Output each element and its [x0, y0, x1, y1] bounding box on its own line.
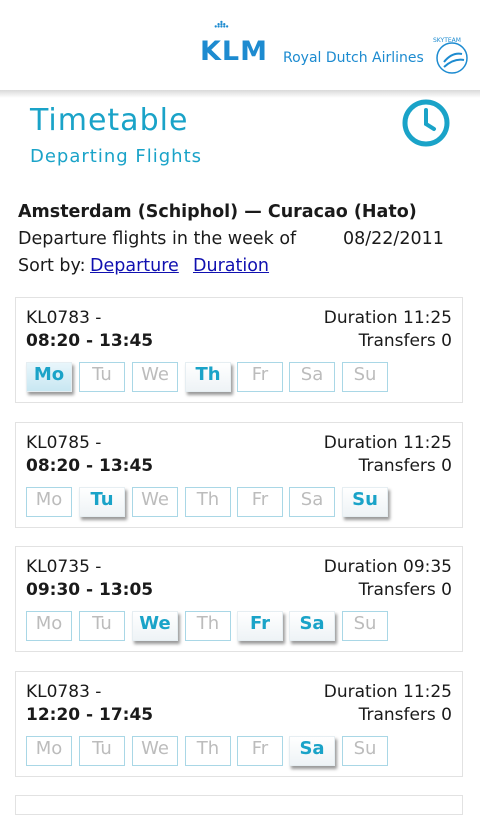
week-label: Departure flights in the week of	[18, 229, 297, 249]
flight-transfers: Transfers 0	[358, 331, 452, 351]
day-button-tu[interactable]: Tu	[79, 611, 125, 641]
day-button-we[interactable]: We	[132, 736, 178, 766]
day-button-mo[interactable]: Mo	[26, 611, 72, 641]
day-button-su[interactable]: Su	[342, 362, 388, 392]
day-button-th[interactable]: Th	[185, 362, 231, 392]
day-button-th[interactable]: Th	[185, 611, 231, 641]
day-button-we[interactable]: We	[132, 487, 178, 517]
flight-time: 09:30 - 13:05	[26, 580, 154, 600]
header-divider	[0, 90, 480, 98]
flight-card[interactable]: KL0783 - 12:20 - 17:45 Duration 11:25 Trans…	[15, 671, 463, 777]
flight-time: 08:20 - 13:45	[26, 331, 154, 351]
flight-duration: Duration 11:25	[323, 682, 452, 702]
day-button-tu[interactable]: Tu	[79, 487, 125, 517]
day-button-sa[interactable]: Sa	[289, 362, 335, 392]
day-button-we[interactable]: We	[132, 362, 178, 392]
day-button-mo[interactable]: Mo	[26, 362, 72, 392]
day-button-fr[interactable]: Fr	[237, 487, 283, 517]
flight-card[interactable]	[15, 795, 463, 815]
flight-time: 12:20 - 17:45	[26, 705, 154, 725]
day-button-su[interactable]: Su	[342, 736, 388, 766]
day-button-sa[interactable]: Sa	[289, 611, 335, 641]
page-title: Timetable	[30, 103, 189, 138]
flight-number: KL0783 -	[26, 682, 102, 702]
day-button-fr[interactable]: Fr	[237, 362, 283, 392]
day-button-mo[interactable]: Mo	[26, 487, 72, 517]
route-title: Amsterdam (Schiphol) — Curacao (Hato)	[18, 202, 417, 222]
app-header: KLM Royal Dutch Airlines SKYTEAM	[0, 0, 480, 90]
day-button-su[interactable]: Su	[342, 611, 388, 641]
day-button-sa[interactable]: Sa	[289, 487, 335, 517]
week-date[interactable]: 08/22/2011	[343, 229, 444, 249]
day-button-tu[interactable]: Tu	[79, 362, 125, 392]
flight-number: KL0783 -	[26, 308, 102, 328]
flight-card[interactable]: KL0735 - 09:30 - 13:05 Duration 09:35 Trans…	[15, 546, 463, 652]
klm-logo: KLM	[200, 36, 268, 67]
flight-number: KL0735 -	[26, 557, 102, 577]
day-button-we[interactable]: We	[132, 611, 178, 641]
day-button-th[interactable]: Th	[185, 487, 231, 517]
sort-by-departure-link[interactable]: Departure	[90, 256, 179, 276]
day-button-th[interactable]: Th	[185, 736, 231, 766]
flight-duration: Duration 11:25	[323, 433, 452, 453]
page-subtitle: Departing Flights	[30, 146, 203, 167]
flight-number: KL0785 -	[26, 433, 102, 453]
skyteam-logo-icon: SKYTEAM	[433, 37, 468, 74]
skyteam-label: SKYTEAM	[433, 37, 461, 44]
day-button-su[interactable]: Su	[342, 487, 388, 517]
flight-transfers: Transfers 0	[358, 456, 452, 476]
sort-label: Sort by:	[18, 256, 86, 276]
flight-duration: Duration 11:25	[323, 308, 452, 328]
flight-transfers: Transfers 0	[358, 705, 452, 725]
day-button-fr[interactable]: Fr	[237, 736, 283, 766]
clock-icon[interactable]	[401, 98, 451, 148]
flight-transfers: Transfers 0	[358, 580, 452, 600]
flight-duration: Duration 09:35	[323, 557, 452, 577]
airline-tagline: Royal Dutch Airlines	[283, 50, 424, 66]
day-button-fr[interactable]: Fr	[237, 611, 283, 641]
flight-time: 08:20 - 13:45	[26, 456, 154, 476]
sort-by-duration-link[interactable]: Duration	[193, 256, 269, 276]
day-button-mo[interactable]: Mo	[26, 736, 72, 766]
flight-card[interactable]: KL0785 - 08:20 - 13:45 Duration 11:25 Trans…	[15, 422, 463, 528]
day-button-sa[interactable]: Sa	[289, 736, 335, 766]
flight-card[interactable]: KL0783 - 08:20 - 13:45 Duration 11:25 Trans…	[15, 297, 463, 403]
day-button-tu[interactable]: Tu	[79, 736, 125, 766]
